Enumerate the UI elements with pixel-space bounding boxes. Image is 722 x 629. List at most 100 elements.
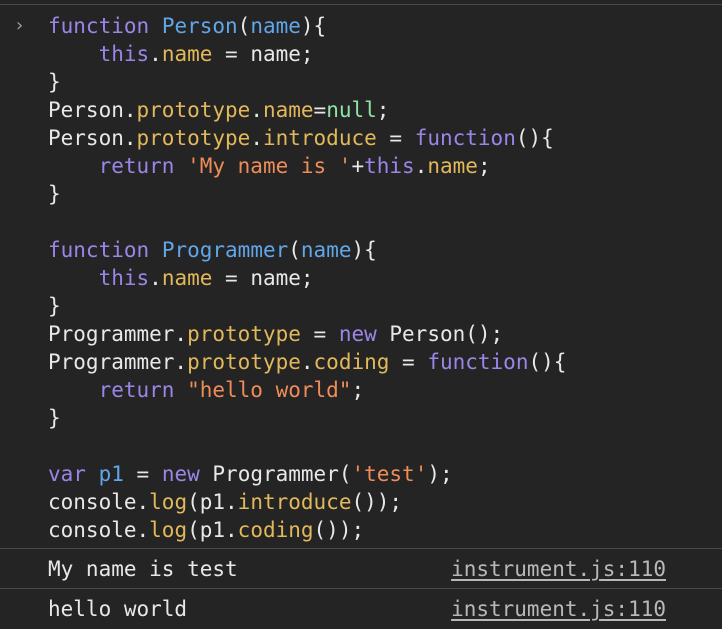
code-token: Programmer (161, 238, 289, 262)
code-token: = name; (212, 42, 314, 66)
code-token: = name; (212, 266, 314, 290)
code-token: new (161, 462, 200, 486)
code-token: null (326, 98, 377, 122)
code-token: function (427, 350, 529, 374)
code-token: Person (161, 14, 238, 38)
code-token: "hello world" (187, 378, 352, 402)
code-token: this (98, 266, 150, 290)
code-line: function Programmer(name){ (48, 236, 566, 264)
code-token: ){ (300, 14, 327, 38)
code-token: ()); (313, 518, 365, 542)
code-token: Person(); (376, 322, 504, 346)
code-token: new (338, 322, 377, 346)
code-token: = (376, 126, 415, 150)
code-token: console. (48, 490, 150, 514)
code-token: name (262, 98, 314, 122)
code-token: prototype (187, 322, 301, 346)
code-token: = (123, 462, 162, 486)
code-token: function (48, 238, 150, 262)
code-line: return "hello world"; (48, 376, 566, 404)
code-token: name (161, 266, 213, 290)
code-token: prototype (187, 350, 301, 374)
code-token: prototype (136, 126, 251, 150)
code-token: } (48, 70, 61, 94)
code-token: ( (288, 238, 301, 262)
code-line: Programmer.prototype = new Person(); (48, 320, 566, 348)
code-token: console. (48, 518, 150, 542)
code-token: Programmer( (199, 462, 352, 486)
code-token: Programmer. (48, 322, 188, 346)
code-token: var (48, 462, 86, 486)
code-token: log (149, 518, 188, 542)
divider (0, 4, 722, 5)
code-token: name (427, 154, 478, 178)
console-message: hello world instrument.js:110 (0, 588, 722, 629)
code-token: this (98, 42, 150, 66)
devtools-console: › function Person(name){ this.name = nam… (0, 0, 722, 629)
code-line: } (48, 180, 566, 208)
console-input-entry[interactable]: › function Person(name){ this.name = nam… (0, 6, 722, 546)
prompt-chevron-icon: › (14, 15, 25, 36)
code-token: (p1. (187, 518, 238, 542)
code-token: name (300, 238, 352, 262)
code-token: ); (427, 462, 453, 486)
code-token: + (351, 154, 365, 178)
code-line: Person.prototype.name=null; (48, 96, 566, 124)
code-token: (){ (515, 126, 554, 150)
code-line: this.name = name; (48, 40, 566, 68)
log-output-text: hello world (48, 597, 188, 621)
code-block[interactable]: function Person(name){ this.name = name;… (48, 12, 566, 544)
code-line: this.name = name; (48, 264, 566, 292)
code-token: ( (237, 14, 251, 38)
code-line: } (48, 404, 566, 432)
code-token: . (250, 98, 263, 122)
code-line: } (48, 68, 566, 96)
code-token: this (364, 154, 415, 178)
code-token: ; (376, 98, 390, 122)
code-token: function (48, 14, 150, 38)
code-token: coding (313, 350, 390, 374)
code-token: 'test' (351, 462, 428, 486)
code-token: . (149, 266, 162, 290)
code-token: ; (477, 154, 491, 178)
code-token: Programmer. (48, 350, 188, 374)
source-link[interactable]: instrument.js:110 (451, 595, 666, 623)
code-line: Programmer.prototype.coding = function()… (48, 348, 566, 376)
code-line: } (48, 292, 566, 320)
code-line: console.log(p1.coding()); (48, 516, 566, 544)
code-token: p1 (98, 462, 124, 486)
code-line: console.log(p1.introduce()); (48, 488, 566, 516)
code-token: introduce (237, 490, 352, 514)
code-token: introduce (262, 126, 377, 150)
code-token: . (250, 126, 263, 150)
code-token: ; (351, 378, 365, 402)
code-token: name (161, 42, 213, 66)
code-line: var p1 = new Programmer('test'); (48, 460, 566, 488)
code-token: coding (237, 518, 314, 542)
code-token: Person. (48, 98, 137, 122)
code-token: . (414, 154, 428, 178)
code-token: ){ (351, 238, 377, 262)
code-token: = (313, 98, 327, 122)
code-token: name (250, 14, 301, 38)
code-line: Person.prototype.introduce = function(){ (48, 124, 566, 152)
code-token: 'My name is ' (187, 154, 352, 178)
code-token: (){ (528, 350, 567, 374)
code-token: Person. (48, 126, 137, 150)
code-token: return (98, 154, 175, 178)
code-token: } (48, 182, 61, 206)
code-token: = (389, 350, 428, 374)
log-output-text: My name is test (48, 557, 238, 581)
source-link[interactable]: instrument.js:110 (451, 555, 666, 583)
code-token: } (48, 294, 61, 318)
